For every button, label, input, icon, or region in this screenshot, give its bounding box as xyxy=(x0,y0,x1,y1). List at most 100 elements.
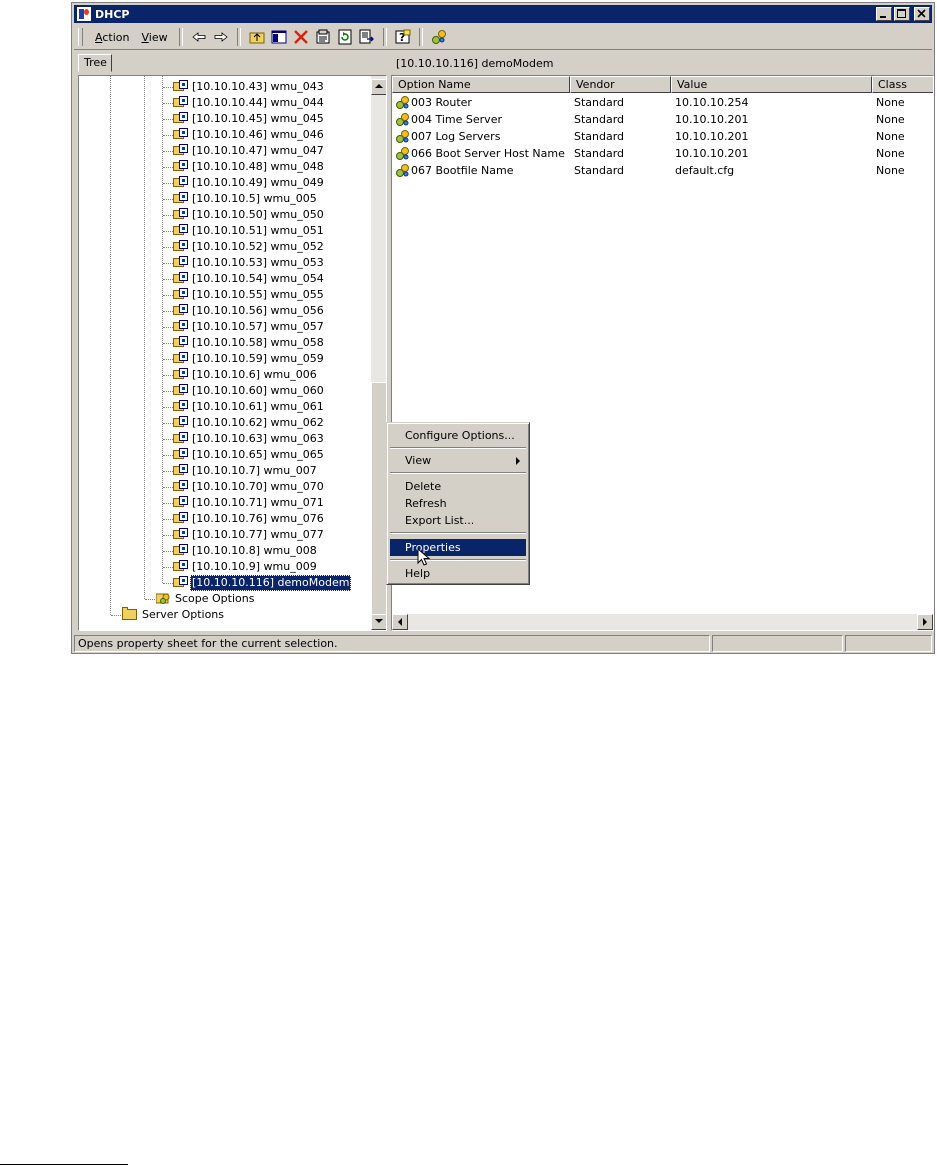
scroll-right-button[interactable] xyxy=(917,614,933,630)
menu-item-properties[interactable]: Properties xyxy=(390,539,526,556)
scroll-down-button[interactable] xyxy=(371,614,386,630)
option-row[interactable]: 007 Log Servers Standard 10.10.10.201 None xyxy=(392,128,932,145)
toolbar-grip[interactable] xyxy=(78,28,83,46)
menu-action[interactable]: Action xyxy=(89,31,135,44)
minimize-button[interactable] xyxy=(876,7,892,21)
reservation-icon xyxy=(173,127,189,140)
tree-item-label: [10.10.10.7] wmu_007 xyxy=(192,464,317,477)
left-arrow-icon xyxy=(398,618,402,626)
column-header-class[interactable]: Class xyxy=(872,76,933,93)
menu-item-view[interactable]: View xyxy=(390,452,526,469)
reservation-icon xyxy=(173,95,189,108)
menu-item-export-list[interactable]: Export List... xyxy=(390,512,526,529)
tree-item-label: [10.10.10.9] wmu_009 xyxy=(192,560,317,573)
tree-vertical-scrollbar[interactable] xyxy=(371,76,386,630)
reservation-icon xyxy=(173,431,189,444)
forward-arrow-icon[interactable] xyxy=(212,28,230,46)
tree-item-label: [10.10.10.60] wmu_060 xyxy=(192,384,324,397)
option-row[interactable]: 067 Bootfile Name Standard default.cfg None xyxy=(392,162,932,179)
menu-view[interactable]: View xyxy=(135,31,173,44)
properties-icon[interactable] xyxy=(314,28,332,46)
tree-item-label: [10.10.10.57] wmu_057 xyxy=(192,320,324,333)
tree-connector xyxy=(163,87,173,88)
tree-connector xyxy=(163,263,173,264)
dhcp-window: DHCP Action View ? Tree [10.10.10.43] wm… xyxy=(71,2,935,654)
vendor-cell: Standard xyxy=(574,147,625,160)
dhcp-app-icon[interactable] xyxy=(77,7,91,21)
column-header-vendor[interactable]: Vendor xyxy=(570,76,671,93)
reservation-icon xyxy=(173,479,189,492)
maximize-button[interactable] xyxy=(894,7,910,21)
list-horizontal-scrollbar[interactable] xyxy=(392,614,933,630)
toolbar-separator xyxy=(236,28,241,46)
reservation-icon xyxy=(173,511,189,524)
tree-item-label: Server Options xyxy=(142,608,225,621)
reservation-icon xyxy=(173,287,189,300)
tree-item-label: [10.10.10.65] wmu_065 xyxy=(192,448,324,461)
back-arrow-icon[interactable] xyxy=(190,28,208,46)
submenu-arrow-icon xyxy=(516,457,520,465)
menu-item-delete[interactable]: Delete xyxy=(390,478,526,495)
option-row[interactable]: 004 Time Server Standard 10.10.10.201 None xyxy=(392,111,932,128)
scroll-thumb[interactable] xyxy=(371,382,386,620)
tree-item-label: [10.10.10.44] wmu_044 xyxy=(192,96,324,109)
menu-item-label: Help xyxy=(405,567,431,580)
option-name-cell: 003 Router xyxy=(411,96,472,109)
value-cell: 10.10.10.201 xyxy=(675,130,749,143)
options-icon[interactable] xyxy=(430,28,448,46)
tree-pane[interactable]: [10.10.10.43] wmu_043 [10.10.10.44] wmu_0… xyxy=(78,75,387,631)
tree-connector xyxy=(110,76,111,615)
tree-connector xyxy=(163,551,173,552)
reservation-icon xyxy=(173,191,189,204)
column-header-option-name[interactable]: Option Name xyxy=(392,76,570,93)
export-list-icon[interactable] xyxy=(358,28,376,46)
tree-connector xyxy=(163,215,173,216)
tree-item-label: [10.10.10.48] wmu_048 xyxy=(192,160,324,173)
menu-item-help[interactable]: Help xyxy=(390,565,526,582)
window-controls xyxy=(876,7,930,21)
down-arrow-icon xyxy=(375,619,383,623)
tree-item-label: [10.10.10.43] wmu_043 xyxy=(192,80,324,93)
value-cell: 10.10.10.201 xyxy=(675,147,749,160)
status-message: Opens property sheet for the current sel… xyxy=(74,635,710,652)
reservation-icon xyxy=(173,303,189,316)
tree-connector xyxy=(163,295,173,296)
tab-tree[interactable]: Tree xyxy=(78,54,112,72)
vendor-cell: Standard xyxy=(574,113,625,126)
tree-tab-bar: Tree xyxy=(74,53,386,73)
tree-connector xyxy=(162,76,163,583)
status-panel xyxy=(712,635,843,652)
value-cell: default.cfg xyxy=(675,164,735,177)
reservation-icon xyxy=(173,159,189,172)
scroll-up-button[interactable] xyxy=(371,79,386,95)
menu-item-label: Properties xyxy=(405,541,461,554)
class-cell: None xyxy=(876,164,905,177)
help-icon[interactable]: ? xyxy=(394,28,412,46)
scroll-left-button[interactable] xyxy=(392,614,408,630)
tree-connector xyxy=(163,247,173,248)
tree-item-label: [10.10.10.47] wmu_047 xyxy=(192,144,324,157)
menu-item-configure-options[interactable]: Configure Options... xyxy=(390,427,526,444)
reservation-icon xyxy=(173,351,189,364)
column-header-value[interactable]: Value xyxy=(671,76,872,93)
title-bar[interactable]: DHCP xyxy=(74,5,932,23)
tree-item-label: [10.10.10.63] wmu_063 xyxy=(192,432,324,445)
option-name-cell: 066 Boot Server Host Name xyxy=(411,147,565,160)
reservation-icon xyxy=(173,559,189,572)
vendor-cell: Standard xyxy=(574,130,625,143)
close-button[interactable] xyxy=(914,7,930,21)
delete-icon[interactable] xyxy=(292,28,310,46)
menu-separator xyxy=(390,559,526,561)
show-hide-tree-icon[interactable] xyxy=(270,28,288,46)
up-folder-icon[interactable] xyxy=(248,28,266,46)
option-row[interactable]: 003 Router Standard 10.10.10.254 None xyxy=(392,94,932,111)
tree-connector xyxy=(163,183,173,184)
option-row[interactable]: 066 Boot Server Host Name Standard 10.10.1… xyxy=(392,145,932,162)
refresh-icon[interactable] xyxy=(336,28,354,46)
value-cell: 10.10.10.201 xyxy=(675,113,749,126)
status-panel xyxy=(845,635,932,652)
tree-item-label: [10.10.10.61] wmu_061 xyxy=(192,400,324,413)
tree-connector xyxy=(163,279,173,280)
menu-item-refresh[interactable]: Refresh xyxy=(390,495,526,512)
tree-connector xyxy=(163,359,173,360)
